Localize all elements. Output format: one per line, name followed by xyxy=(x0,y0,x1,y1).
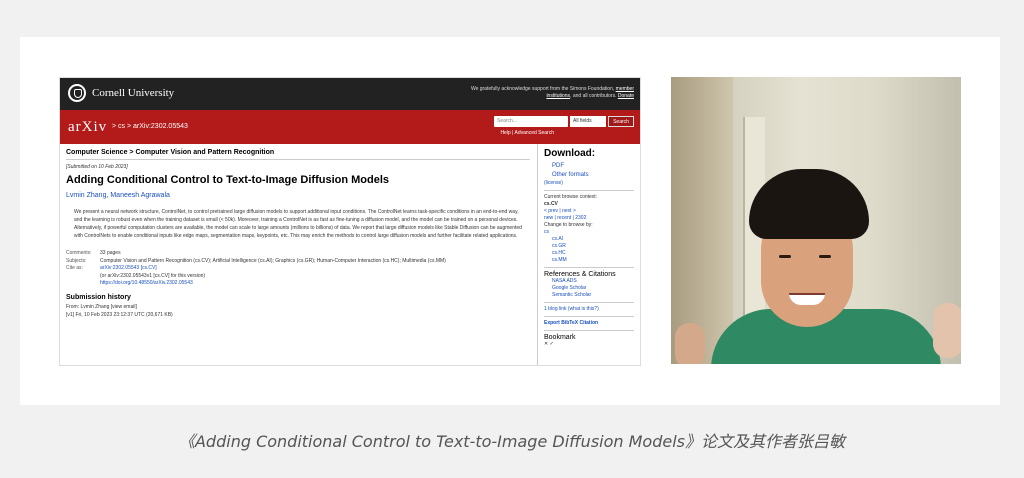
submission-history-heading: Submission history xyxy=(66,293,131,301)
help-links[interactable]: Help | Advanced Search xyxy=(500,130,554,136)
bookmark-heading: Bookmark xyxy=(544,334,576,341)
browse-cs-mm[interactable]: cs.MM xyxy=(552,257,634,264)
new-recent-links[interactable]: new | recent | 2302 xyxy=(544,215,634,222)
breadcrumb[interactable]: > cs > arXiv:2302.05543 xyxy=(112,123,188,130)
paper-abstract: We present a neural network structure, C… xyxy=(74,209,522,239)
image-caption: 《Adding Conditional Control to Text-to-I… xyxy=(178,432,845,451)
university-name: Cornell University xyxy=(92,87,175,99)
arxiv-screenshot: Cornell University We gratefully acknowl… xyxy=(59,77,641,366)
blog-link[interactable]: 1 blog link xyxy=(544,306,567,312)
doi-link[interactable]: https://doi.org/10.48550/arXiv.2302.0554… xyxy=(100,280,530,288)
search-input[interactable]: Search... xyxy=(494,116,568,127)
photo-door xyxy=(671,77,733,364)
search-field-select[interactable]: All fields xyxy=(570,116,606,127)
submitted-date: [Submitted on 10 Feb 2023] xyxy=(66,164,128,170)
google-scholar-link[interactable]: Google Scholar xyxy=(552,285,634,292)
paper-metadata: Comments: 33 pages Subjects: Computer Visi… xyxy=(66,250,530,288)
browse-cs-ai[interactable]: cs.AI xyxy=(552,236,634,243)
pdf-link[interactable]: PDF xyxy=(552,162,634,171)
browse-cs-gr[interactable]: cs.GR xyxy=(552,243,634,250)
photo-eye-right xyxy=(819,255,831,258)
bookmark-icon[interactable]: ✕ ✓ xyxy=(544,341,634,348)
support-text: We gratefully acknowledge support from t… xyxy=(470,86,634,99)
author-photo xyxy=(671,77,961,364)
donate-link[interactable]: Donate xyxy=(618,93,634,99)
references-heading: References & Citations xyxy=(544,271,616,278)
license-link[interactable]: (license) xyxy=(544,180,634,187)
photo-hand-left xyxy=(675,323,705,364)
photo-eye-left xyxy=(779,255,791,258)
search-button[interactable]: Search xyxy=(608,116,634,127)
export-bibtex-link[interactable]: Export BibTeX Citation xyxy=(544,320,634,327)
arxiv-logo[interactable]: arXiv xyxy=(68,119,107,136)
paper-sidebar: Download: PDF Other formats (license) Cu… xyxy=(537,144,640,365)
photo-hand-right xyxy=(933,303,961,358)
cornell-header: Cornell University We gratefully acknowl… xyxy=(60,78,640,110)
semantic-scholar-link[interactable]: Semantic Scholar xyxy=(552,292,634,299)
paper-title: Adding Conditional Control to Text-to-Im… xyxy=(66,174,390,186)
browse-cs-hc[interactable]: cs.HC xyxy=(552,250,634,257)
browse-cs[interactable]: cs xyxy=(544,229,634,236)
cornell-logo[interactable]: Cornell University xyxy=(68,84,174,102)
paper-authors[interactable]: Lvmin Zhang, Maneesh Agrawala xyxy=(66,192,530,199)
submission-history: From: Lvmin Zhang [view email] [v1] Fri,… xyxy=(66,303,173,318)
paper-main: Computer Science > Computer Vision and P… xyxy=(60,144,536,365)
prev-next-links[interactable]: < prev | next > xyxy=(544,208,634,215)
download-heading: Download: xyxy=(544,148,596,159)
cite-link[interactable]: arXiv:2302.05543 [cs.CV] xyxy=(100,265,530,273)
blog-what-link[interactable]: (what is this?) xyxy=(568,306,599,312)
subject-section: Computer Science > Computer Vision and P… xyxy=(66,144,530,160)
cornell-seal-icon xyxy=(68,84,86,102)
photo-hair xyxy=(749,169,869,239)
arxiv-header: arXiv > cs > arXiv:2302.05543 Search... … xyxy=(60,110,640,144)
other-formats-link[interactable]: Other formats xyxy=(552,171,634,180)
nasa-ads-link[interactable]: NASA ADS xyxy=(552,278,634,285)
